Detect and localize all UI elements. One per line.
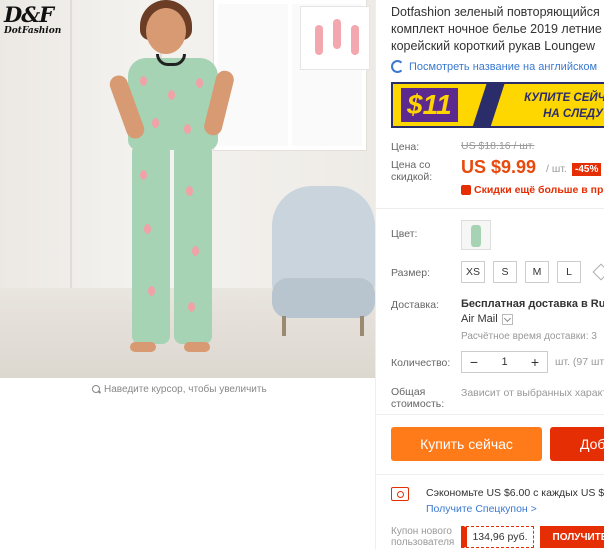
quantity-input[interactable] bbox=[486, 356, 523, 368]
flamingo-print bbox=[148, 286, 155, 296]
pajama-top bbox=[128, 58, 218, 150]
coupon-ticket-icon bbox=[391, 487, 409, 501]
shipping-estimate: Расчётное время доставки: 3 bbox=[461, 331, 597, 342]
flamingo-shape bbox=[333, 19, 341, 49]
flamingo-print bbox=[192, 246, 199, 256]
new-user-label-line: пользователя bbox=[391, 537, 455, 548]
shipping-destination: Бесплатная доставка в Russ bbox=[461, 298, 604, 310]
model-figure bbox=[107, 0, 236, 378]
head bbox=[146, 8, 186, 54]
color-label: Цвет: bbox=[391, 228, 418, 240]
current-price: US $9.99 bbox=[461, 157, 537, 177]
translate-icon bbox=[391, 60, 404, 73]
brand-name: DotFashion bbox=[4, 26, 62, 36]
flamingo-shape bbox=[351, 25, 359, 55]
brand-logo: D&F DotFashion bbox=[4, 4, 62, 44]
coupon-icon bbox=[461, 185, 471, 195]
pajama-pants-right bbox=[174, 144, 212, 344]
flamingo-print bbox=[140, 170, 147, 180]
quantity-increase-button[interactable]: + bbox=[523, 352, 547, 372]
size-option-s[interactable]: S bbox=[493, 261, 518, 283]
flamingo-print bbox=[152, 118, 159, 128]
shipping-method-select[interactable]: Air Mail bbox=[461, 313, 513, 325]
discount-price-label: Цена со скидкой: bbox=[391, 159, 432, 183]
brand-monogram: D&F bbox=[4, 2, 54, 27]
foot bbox=[130, 342, 156, 352]
discount-badge: -45% bbox=[572, 163, 602, 176]
size-option-xs[interactable]: XS bbox=[461, 261, 486, 283]
more-discounts-text: Скидки ещё больше в при bbox=[474, 184, 604, 196]
translate-title-link[interactable]: Посмотреть название на английском bbox=[391, 60, 597, 73]
divider bbox=[375, 208, 604, 209]
promo-banner[interactable]: $11 КУПИТЕ СЕЙЧАС НА СЛЕДУ bbox=[391, 82, 604, 128]
flamingo-picture bbox=[300, 6, 370, 70]
promo-amount: $11 bbox=[401, 88, 458, 122]
size-option-m[interactable]: M bbox=[525, 261, 550, 283]
product-title-line: Dotfashion зеленый повторяющийся bbox=[391, 5, 600, 19]
size-more-icon[interactable] bbox=[592, 263, 604, 281]
price-label: Цена: bbox=[391, 141, 420, 153]
zoom-hint-text: Наведите курсор, чтобы увеличить bbox=[104, 384, 267, 395]
discount-price-label-line: Цена со bbox=[391, 159, 431, 171]
armchair bbox=[272, 186, 375, 336]
shipping-method-value: Air Mail bbox=[461, 313, 498, 325]
total-label-line: Общая bbox=[391, 386, 426, 398]
magnifier-icon bbox=[92, 385, 101, 394]
new-user-label-line: Купон нового bbox=[391, 526, 452, 537]
price-unit: / шт. bbox=[546, 163, 567, 175]
divider bbox=[375, 414, 604, 415]
promo-text-line: КУПИТЕ СЕЙЧАС bbox=[524, 92, 604, 104]
translate-link-text: Посмотреть название на английском bbox=[409, 60, 598, 73]
flamingo-print bbox=[186, 186, 193, 196]
divider bbox=[375, 474, 604, 475]
flamingo-print bbox=[140, 76, 147, 86]
new-user-coupon-value: 134,96 руб. bbox=[461, 526, 534, 548]
buy-now-button[interactable]: Купить сейчас bbox=[391, 427, 542, 461]
size-options: XS S M L bbox=[461, 261, 582, 283]
flamingo-shape bbox=[315, 25, 323, 55]
new-user-coupon-label: Купон нового пользователя bbox=[391, 526, 454, 548]
flamingo-print bbox=[168, 90, 175, 100]
get-coupon-button[interactable]: ПОЛУЧИТЕ bbox=[540, 526, 604, 548]
promo-text-line: НА СЛЕДУ bbox=[543, 108, 603, 120]
promo-stripe bbox=[471, 84, 505, 126]
product-image[interactable]: D&F DotFashion bbox=[0, 0, 375, 378]
total-label: Общая стоимость: bbox=[391, 386, 444, 410]
get-special-coupon-link[interactable]: Получите Спецкупон > bbox=[426, 503, 537, 515]
size-label: Размер: bbox=[391, 267, 431, 279]
armchair-leg bbox=[282, 316, 286, 336]
promo-text: КУПИТЕ СЕЙЧАС НА СЛЕДУ bbox=[503, 90, 604, 122]
quantity-decrease-button[interactable]: − bbox=[462, 352, 486, 372]
zoom-hint: Наведите курсор, чтобы увеличить bbox=[92, 384, 267, 395]
quantity-stepper: − + bbox=[461, 351, 548, 373]
product-title: Dotfashion зеленый повторяющийся комплек… bbox=[391, 4, 604, 55]
add-to-cart-button[interactable]: Доба bbox=[550, 427, 604, 461]
discount-price-label-line: скидкой: bbox=[391, 171, 433, 183]
product-details: Dotfashion зеленый повторяющийся комплек… bbox=[375, 0, 604, 549]
pajama-pants-left bbox=[132, 144, 170, 344]
more-discounts-link[interactable]: Скидки ещё больше в при bbox=[461, 184, 604, 196]
foot bbox=[184, 342, 210, 352]
total-label-line: стоимость: bbox=[391, 398, 445, 410]
product-title-line: корейский короткий рукав Loungew bbox=[391, 39, 596, 53]
flamingo-print bbox=[188, 302, 195, 312]
product-title-line: комплект ночное белье 2019 летние bbox=[391, 22, 602, 36]
chevron-down-icon bbox=[501, 313, 513, 325]
shipping-label: Доставка: bbox=[391, 299, 440, 311]
flamingo-print bbox=[196, 78, 203, 88]
savings-text: Сэкономьте US $6.00 с каждых US $65 bbox=[426, 487, 604, 499]
armchair-seat bbox=[272, 278, 375, 318]
quantity-available: шт. (97 шт bbox=[555, 356, 604, 368]
armchair-leg bbox=[360, 316, 364, 336]
total-value: Зависит от выбранных характ bbox=[461, 387, 604, 399]
original-price: US $18.16 / шт. bbox=[461, 140, 535, 152]
size-option-l[interactable]: L bbox=[557, 261, 582, 283]
flamingo-print bbox=[184, 124, 191, 134]
color-swatch-green[interactable] bbox=[461, 220, 491, 250]
quantity-label: Количество: bbox=[391, 357, 451, 369]
flamingo-print bbox=[144, 224, 151, 234]
